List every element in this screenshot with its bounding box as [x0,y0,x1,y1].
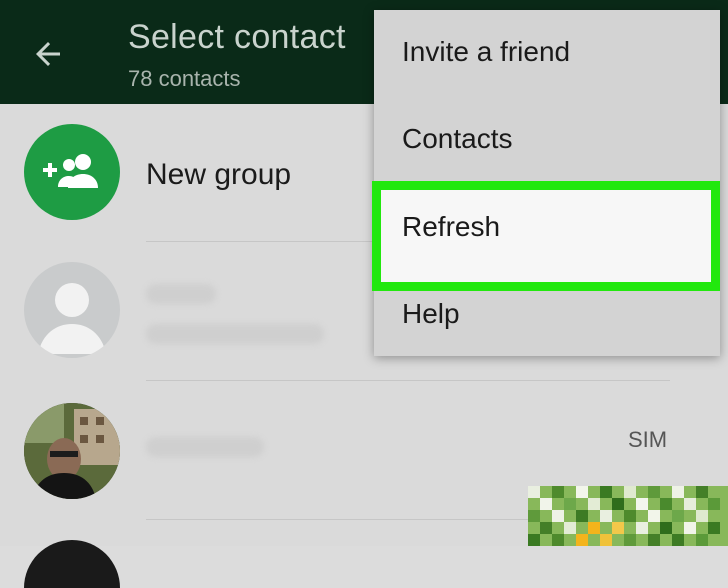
menu-item-label: Invite a friend [402,36,571,67]
add-group-icon [43,154,98,188]
contact-photo [24,403,120,499]
menu-item-contacts[interactable]: Contacts [374,97,720,184]
contact-photo-avatar [24,403,120,499]
person-icon [38,283,106,354]
redacted-contact-name [146,284,216,304]
redacted-contact-name [146,437,264,457]
new-group-label: New group [146,158,292,191]
overflow-menu: Invite a friend Contacts Refresh Help [372,10,720,359]
menu-item-help[interactable]: Help [374,272,720,359]
contact-count: 78 contacts [128,66,241,91]
new-group-avatar [24,124,120,220]
menu-item-label: Contacts [402,123,513,154]
page-title: Select contact [128,18,346,56]
contact-photo-avatar [24,540,120,588]
menu-item-invite-friend[interactable]: Invite a friend [374,10,720,97]
default-avatar [24,262,120,358]
sim-badge: SIM [628,427,668,452]
pixelated-thumbnail [528,486,728,546]
menu-item-label: Help [402,298,460,329]
redacted-contact-status [146,324,324,344]
menu-item-label: Refresh [402,211,501,242]
back-arrow-icon[interactable] [30,36,66,72]
